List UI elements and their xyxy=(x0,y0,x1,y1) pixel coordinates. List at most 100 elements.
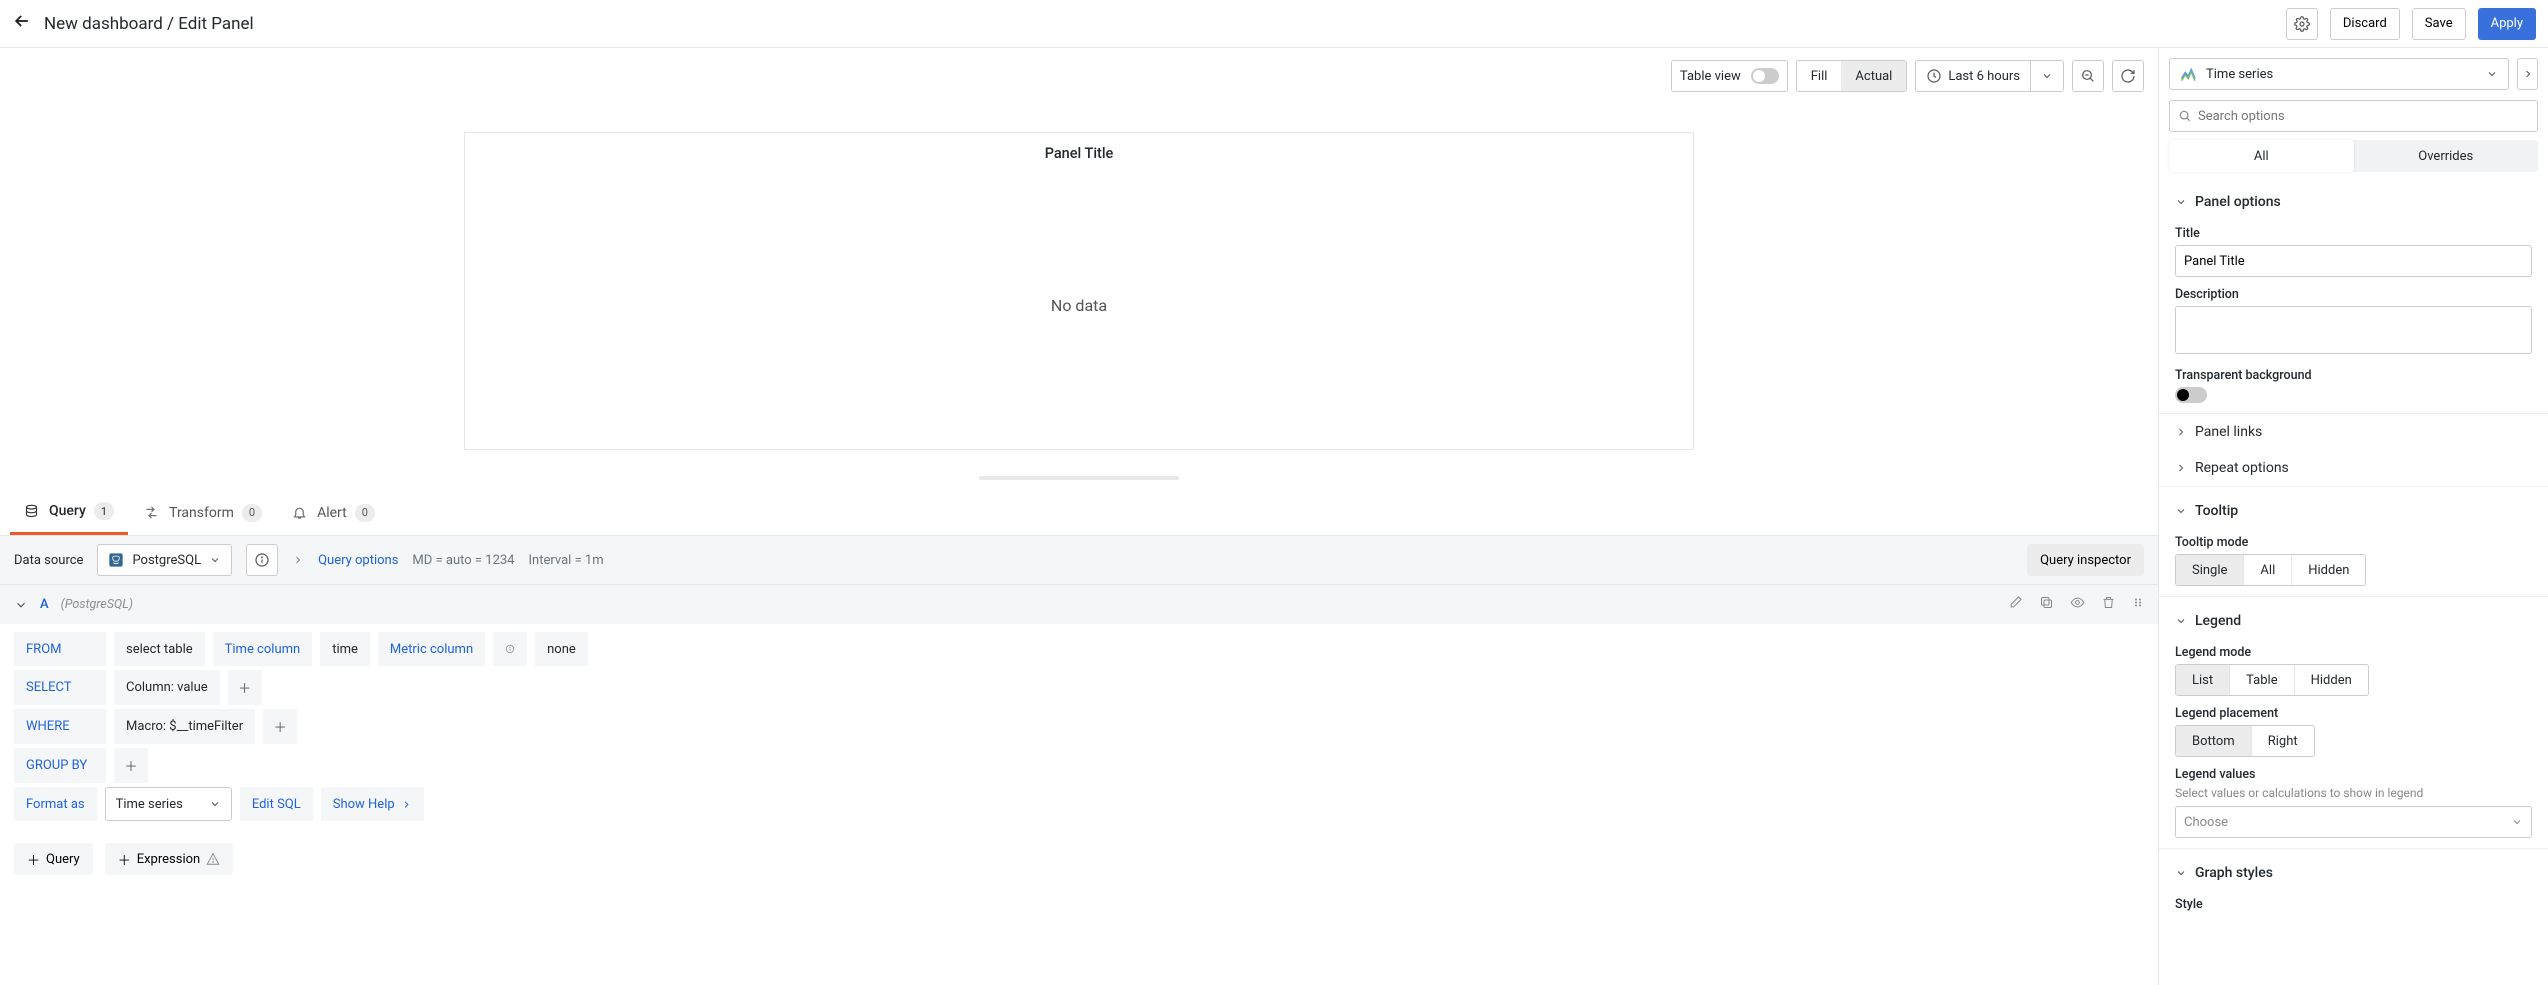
time-column-value[interactable]: time xyxy=(320,632,370,666)
tooltip-single[interactable]: Single xyxy=(2176,555,2244,585)
tooltip-mode-segment[interactable]: Single All Hidden xyxy=(2175,554,2366,586)
chevron-right-icon xyxy=(2175,426,2187,438)
select-column-value[interactable]: Column: value xyxy=(114,670,220,705)
tab-transform[interactable]: Transform 0 xyxy=(130,490,276,535)
tab-alert[interactable]: Alert 0 xyxy=(278,490,389,535)
fill-option[interactable]: Fill xyxy=(1797,61,1842,91)
time-series-icon xyxy=(2180,66,2198,82)
table-view-toggle[interactable]: Table view xyxy=(1671,60,1788,92)
chevron-down-icon[interactable] xyxy=(14,598,28,612)
from-table-select[interactable]: select table xyxy=(114,632,205,666)
section-panel-links[interactable]: Panel links xyxy=(2159,414,2548,450)
legend-hidden[interactable]: Hidden xyxy=(2295,665,2368,695)
zoom-out-icon xyxy=(2080,68,2096,84)
section-tooltip[interactable]: Tooltip xyxy=(2175,497,2532,525)
tooltip-hidden[interactable]: Hidden xyxy=(2292,555,2365,585)
add-expression-button[interactable]: ＋ Expression xyxy=(105,843,234,875)
metric-info-icon[interactable] xyxy=(493,632,527,666)
tooltip-all[interactable]: All xyxy=(2244,555,2292,585)
select-keyword: SELECT xyxy=(14,670,106,705)
where-keyword: WHERE xyxy=(14,709,106,744)
transform-icon xyxy=(144,505,159,520)
legend-bottom[interactable]: Bottom xyxy=(2176,726,2252,756)
panel-title-input[interactable] xyxy=(2175,245,2532,277)
resize-handle[interactable] xyxy=(979,476,1179,480)
back-arrow-icon[interactable] xyxy=(12,11,32,37)
metric-column-value[interactable]: none xyxy=(535,632,588,666)
query-letter[interactable]: A xyxy=(40,597,49,612)
time-range-picker[interactable]: Last 6 hours xyxy=(1915,60,2064,92)
title-label: Title xyxy=(2175,216,2532,245)
tab-overrides[interactable]: Overrides xyxy=(2354,140,2539,172)
time-column-label: Time column xyxy=(213,632,313,666)
legend-list[interactable]: List xyxy=(2176,665,2230,695)
legend-values-select[interactable]: Choose xyxy=(2175,806,2532,838)
time-range-label: Last 6 hours xyxy=(1948,69,2020,84)
legend-table[interactable]: Table xyxy=(2230,665,2294,695)
tab-query[interactable]: Query 1 xyxy=(10,490,128,535)
tab-all[interactable]: All xyxy=(2169,140,2354,172)
section-graph-styles[interactable]: Graph styles xyxy=(2175,859,2532,887)
data-source-select[interactable]: PostgreSQL xyxy=(97,544,232,576)
edit-query-name-icon[interactable] xyxy=(2008,595,2023,614)
panel-title: Panel Title xyxy=(1045,133,1114,162)
legend-placement-segment[interactable]: Bottom Right xyxy=(2175,725,2315,757)
info-icon xyxy=(254,552,270,568)
visualization-picker[interactable]: Time series xyxy=(2169,58,2509,90)
query-options-link[interactable]: Query options xyxy=(318,553,398,568)
search-icon xyxy=(2178,109,2192,123)
add-select-button[interactable]: ＋ xyxy=(228,670,262,705)
add-query-button[interactable]: ＋ Query xyxy=(14,843,93,875)
query-inspector-button[interactable]: Query inspector xyxy=(2027,544,2144,576)
transparent-bg-toggle[interactable] xyxy=(2175,387,2207,403)
postgres-icon xyxy=(108,552,124,568)
chevron-right-icon[interactable] xyxy=(292,554,304,566)
search-options-input[interactable] xyxy=(2198,109,2529,124)
collapse-panel-button[interactable] xyxy=(2517,58,2538,90)
section-legend[interactable]: Legend xyxy=(2175,607,2532,635)
apply-button[interactable]: Apply xyxy=(2478,8,2536,40)
refresh-button[interactable] xyxy=(2112,60,2144,92)
legend-mode-segment[interactable]: List Table Hidden xyxy=(2175,664,2369,696)
section-repeat-options[interactable]: Repeat options xyxy=(2159,450,2548,487)
chevron-down-icon xyxy=(2175,505,2187,517)
chevron-down-icon xyxy=(2175,615,2187,627)
legend-mode-label: Legend mode xyxy=(2175,635,2532,664)
duplicate-query-icon[interactable] xyxy=(2039,595,2054,614)
format-as-select[interactable]: Time series xyxy=(105,787,232,821)
settings-button[interactable] xyxy=(2286,8,2318,40)
toggle-visibility-icon[interactable] xyxy=(2070,595,2085,614)
panel-description-input[interactable] xyxy=(2175,306,2532,354)
page-title: New dashboard / Edit Panel xyxy=(44,14,254,34)
add-where-button[interactable]: ＋ xyxy=(263,709,297,744)
save-button[interactable]: Save xyxy=(2412,8,2466,40)
refresh-icon xyxy=(2120,68,2136,84)
where-macro[interactable]: Macro: $__timeFilter xyxy=(114,709,255,744)
plus-icon: ＋ xyxy=(27,850,40,869)
database-icon xyxy=(24,504,39,519)
actual-option[interactable]: Actual xyxy=(1841,61,1906,91)
delete-query-icon[interactable] xyxy=(2101,595,2116,614)
plus-icon: ＋ xyxy=(118,850,131,869)
discard-button[interactable]: Discard xyxy=(2330,8,2400,40)
chevron-down-icon[interactable] xyxy=(2031,70,2063,82)
section-panel-options[interactable]: Panel options xyxy=(2175,188,2532,216)
search-options-input-wrapper[interactable] xyxy=(2169,100,2538,132)
edit-sql-link[interactable]: Edit SQL xyxy=(240,787,313,821)
warning-icon xyxy=(206,852,220,866)
show-help-link[interactable]: Show Help xyxy=(321,787,424,821)
data-source-help-button[interactable] xyxy=(246,544,278,576)
drag-handle-icon[interactable] xyxy=(2132,595,2144,614)
switch-icon xyxy=(1751,68,1779,84)
add-groupby-button[interactable]: ＋ xyxy=(114,748,148,783)
transparent-bg-label: Transparent background xyxy=(2175,358,2532,387)
zoom-out-button[interactable] xyxy=(2072,60,2104,92)
tooltip-mode-label: Tooltip mode xyxy=(2175,525,2532,554)
legend-right[interactable]: Right xyxy=(2252,726,2314,756)
chevron-right-icon xyxy=(2522,68,2534,80)
fill-actual-segment[interactable]: Fill Actual xyxy=(1796,60,1908,92)
clock-icon xyxy=(1926,68,1942,84)
format-as-label: Format as xyxy=(14,787,97,821)
table-view-label: Table view xyxy=(1680,69,1741,84)
bell-icon xyxy=(292,505,307,520)
